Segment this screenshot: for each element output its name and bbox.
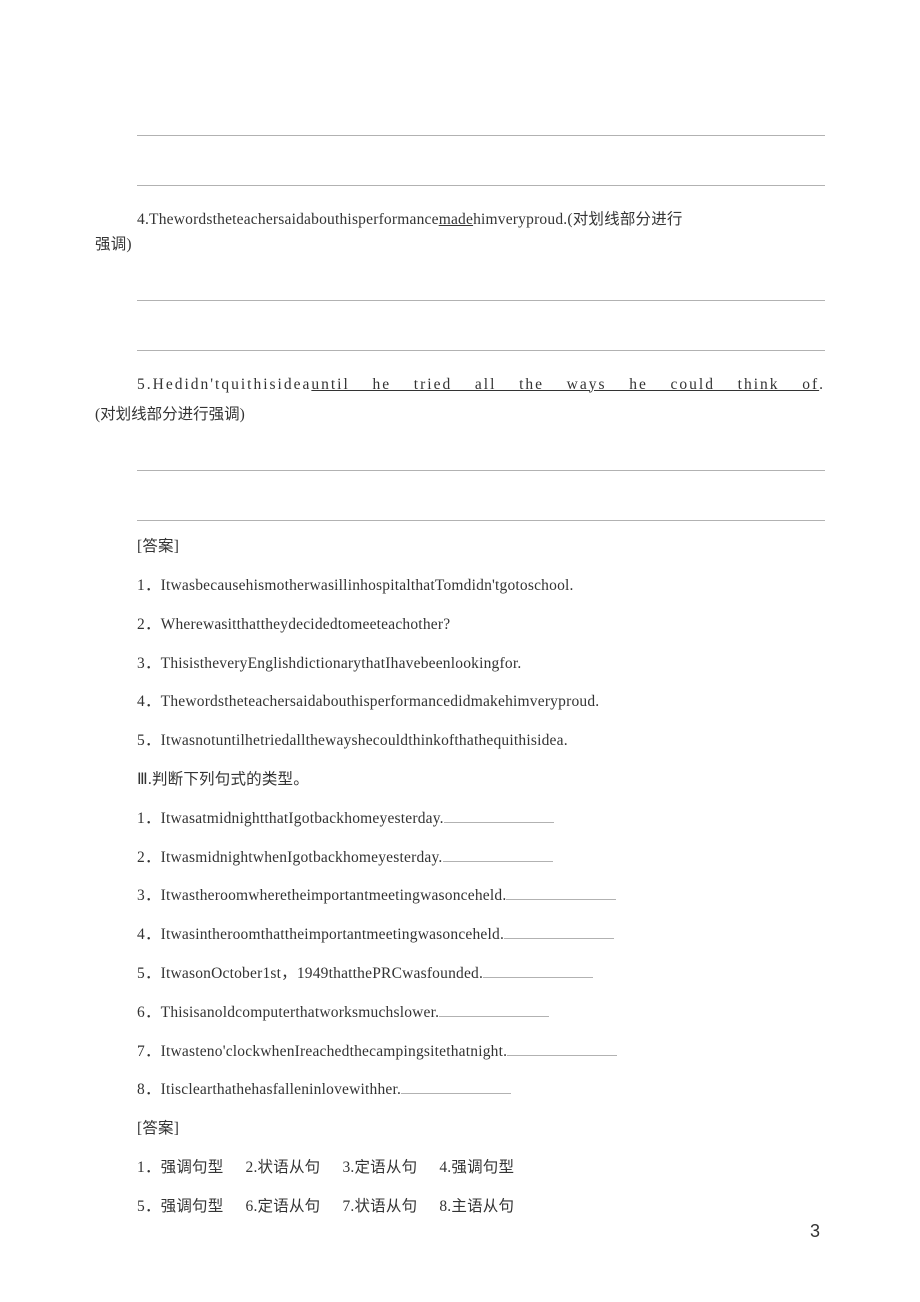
answer-blank-q5 — [95, 450, 825, 521]
answer-cell: 2.状语从句 — [246, 1156, 321, 1181]
answer-row: 5．强调句型 6.定语从句 7.状语从句 8.主语从句 — [95, 1195, 825, 1220]
question-4: 4.Thewordstheteachersaidabouthisperforma… — [95, 208, 825, 233]
answer-cell: 7.状语从句 — [342, 1195, 417, 1220]
q4-post: himveryproud.(对划线部分进行 — [473, 211, 683, 228]
answer-cell: 5．强调句型 — [137, 1195, 223, 1220]
list-item: 1．ItwasatmidnightthatIgotbackhomeyesterd… — [95, 807, 825, 832]
list-item: 3．Itwastheroomwheretheimportantmeetingwa… — [95, 884, 825, 909]
document-page: 4.Thewordstheteachersaidabouthisperforma… — [0, 0, 920, 1220]
answer-item: 5．Itwasnotuntilhetriedallthewayshecouldt… — [95, 729, 825, 754]
list-item: 2．ItwasmidnightwhenIgotbackhomeyesterday… — [95, 846, 825, 871]
question-4-tail: 强调) — [95, 233, 825, 258]
answer-blank-q4 — [95, 280, 825, 351]
q5-underline: until he tried all the ways he could thi… — [311, 376, 819, 393]
answer-cell: 6.定语从句 — [246, 1195, 321, 1220]
answer-item: 4．Thewordstheteachersaidabouthisperforma… — [95, 690, 825, 715]
item-text: 3．Itwastheroomwheretheimportantmeetingwa… — [137, 887, 506, 904]
blank-line — [137, 165, 825, 186]
q4-pre: 4.Thewordstheteachersaidabouthisperforma… — [137, 211, 439, 228]
item-text: 4．Itwasintheroomthattheimportantmeetingw… — [137, 926, 504, 943]
item-text: 7．Itwasteno'clockwhenIreachedthecampings… — [137, 1043, 507, 1060]
blank-line — [137, 280, 825, 301]
answer-cell: 3.定语从句 — [342, 1156, 417, 1181]
answer-cell: 8.主语从句 — [439, 1195, 514, 1220]
page-number: 3 — [810, 1221, 820, 1242]
fill-blank — [443, 847, 553, 862]
answer-blank-q3 — [95, 115, 825, 186]
fill-blank — [439, 1002, 549, 1017]
list-item: 7．Itwasteno'clockwhenIreachedthecampings… — [95, 1040, 825, 1065]
fill-blank — [506, 885, 616, 900]
answer-item: 3．ThisistheveryEnglishdictionarythatIhav… — [95, 652, 825, 677]
section-3-header: Ⅲ.判断下列句式的类型。 — [95, 768, 825, 793]
fill-blank — [444, 808, 554, 823]
q4-underline: made — [439, 211, 473, 228]
answers2-header: [答案] — [95, 1117, 825, 1142]
question-5: 5.Hedidn'tquithisideauntil he tried all … — [95, 373, 825, 398]
fill-blank — [401, 1079, 511, 1094]
item-text: 8．Itisclearthathehasfalleninlovewithher. — [137, 1081, 401, 1098]
answers-header: [答案] — [95, 535, 825, 560]
answer-row: 1．强调句型 2.状语从句 3.定语从句 4.强调句型 — [95, 1156, 825, 1181]
list-item: 4．Itwasintheroomthattheimportantmeetingw… — [95, 923, 825, 948]
q5-post: . — [819, 376, 825, 393]
blank-line — [137, 115, 825, 136]
list-item: 8．Itisclearthathehasfalleninlovewithher. — [95, 1078, 825, 1103]
item-text: 5．ItwasonOctober1st，1949thatthePRCwasfou… — [137, 965, 483, 982]
q5-pre: 5.Hedidn'tquithisidea — [137, 376, 311, 393]
blank-line — [137, 500, 825, 521]
item-text: 6．Thisisanoldcomputerthatworksmuchslower… — [137, 1004, 439, 1021]
answer-cell: 1．强调句型 — [137, 1156, 223, 1181]
fill-blank — [504, 924, 614, 939]
fill-blank — [507, 1041, 617, 1056]
list-item: 5．ItwasonOctober1st，1949thatthePRCwasfou… — [95, 962, 825, 987]
fill-blank — [483, 963, 593, 978]
answer-item: 2．Wherewasitthattheydecidedtomeeteachoth… — [95, 613, 825, 638]
answer-cell: 4.强调句型 — [439, 1156, 514, 1181]
item-text: 1．ItwasatmidnightthatIgotbackhomeyesterd… — [137, 810, 444, 827]
question-5-tail: (对划线部分进行强调) — [95, 403, 825, 428]
list-item: 6．Thisisanoldcomputerthatworksmuchslower… — [95, 1001, 825, 1026]
item-text: 2．ItwasmidnightwhenIgotbackhomeyesterday… — [137, 849, 443, 866]
blank-line — [137, 330, 825, 351]
blank-line — [137, 450, 825, 471]
answer-item: 1．Itwasbecausehismotherwasillinhospitalt… — [95, 574, 825, 599]
